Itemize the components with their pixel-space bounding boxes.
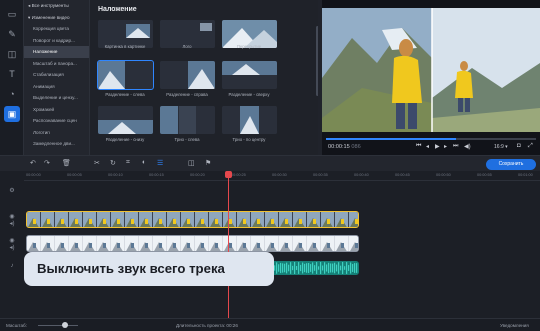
properties-icon[interactable]: ☰ <box>157 159 163 167</box>
transitions-icon[interactable]: ◫ <box>4 46 20 62</box>
audio-clip[interactable] <box>270 261 359 275</box>
step-forward-icon[interactable]: ▸ <box>444 143 447 150</box>
overlay-thumb-split-bottom[interactable] <box>98 106 153 134</box>
thumb-label: Разделение - снизу <box>105 137 145 142</box>
ruler-tick: 00:00:15 <box>149 173 164 177</box>
aspect-ratio-select[interactable]: 16:9 ▾ <box>494 144 508 150</box>
status-bar: Масштаб: Длительность проекта: 00:26 Уве… <box>0 318 540 331</box>
ruler-tick: 00:00:05 <box>67 173 82 177</box>
preview-time: 00:00:15 086 <box>328 144 361 150</box>
ruler-tick: 00:01:00 <box>518 173 533 177</box>
category-item[interactable]: Хромакей <box>24 104 89 116</box>
category-label: Изменение видео <box>31 14 70 20</box>
category-item[interactable]: Выделение и цензу... <box>24 92 89 104</box>
cut-icon[interactable]: ✂ <box>94 159 100 167</box>
overlay-track-icons[interactable]: ◉ ◂) <box>0 237 24 251</box>
category-item[interactable]: Стабилизация <box>24 69 89 81</box>
ruler-tick: 00:00:25 <box>231 173 246 177</box>
thumb-label: Разделение - сверху <box>228 92 270 97</box>
notifications-link[interactable]: Уведомления <box>500 323 529 328</box>
overlay-thumb-trio-left[interactable] <box>160 106 215 134</box>
panel-scrollbar[interactable] <box>316 26 318 96</box>
fullscreen-icon[interactable]: ⤢ <box>528 143 533 150</box>
next-frame-icon[interactable]: ⏭ <box>453 143 458 150</box>
delete-icon[interactable]: 🗑 <box>62 159 71 167</box>
category-item[interactable]: Коррекция цвета <box>24 23 89 35</box>
category-item[interactable]: Логотип <box>24 127 89 139</box>
category-item[interactable]: Замедленное дви... <box>24 138 89 150</box>
redo-icon[interactable]: ↷ <box>44 159 50 167</box>
play-icon[interactable]: ▶ <box>435 143 440 150</box>
timeline: 00:00:00 00:00:05 00:00:10 00:00:15 00:00:20… <box>0 171 540 318</box>
track-settings-icon[interactable]: ⚙ <box>0 187 24 194</box>
scale-label: Масштаб: <box>6 323 27 328</box>
color-icon[interactable]: ◐ <box>142 159 146 166</box>
camera-icon[interactable]: ◘ <box>517 143 521 149</box>
category-list: ◂ Все инструменты ▾ Изменение видео Корр… <box>24 0 90 155</box>
category-video-edit[interactable]: ▾ Изменение видео <box>24 12 89 24</box>
overlay-thumb-trio-center[interactable] <box>222 106 277 134</box>
thumb-label: Лого <box>182 44 192 49</box>
rotate-icon[interactable]: ↻ <box>110 159 116 167</box>
video-editor-window: ▭ ✎ ◫ T ◔ ▣ ◂ Все инструменты ▾ Изменени… <box>0 0 540 331</box>
audio-track-icon[interactable]: ♪ <box>0 263 24 269</box>
text-icon[interactable]: T <box>4 66 20 82</box>
video-clip-overlay[interactable] <box>26 235 359 252</box>
ruler-tick: 00:00:30 <box>272 173 287 177</box>
preview-video[interactable] <box>322 8 540 132</box>
thumb-label: Перекрытие <box>236 44 262 49</box>
overlay-panel: Наложение Картинка в картинке Лого Перек… <box>90 0 318 155</box>
preview-player: 00:00:15 086 ⏮ ◂ ▶ ▸ ⏭ ◀) 16:9 ▾ ◘ ⤢ <box>322 0 540 155</box>
undo-icon[interactable]: ↶ <box>30 159 36 167</box>
thumb-label: Трио - по центру <box>232 137 266 142</box>
category-item[interactable]: Поворот и кадрир... <box>24 35 89 47</box>
overlay-thumb-split-top[interactable] <box>222 61 277 89</box>
ruler-tick: 00:00:50 <box>436 173 451 177</box>
category-item-overlay[interactable]: Наложение <box>24 46 89 58</box>
ruler-tick: 00:00:40 <box>354 173 369 177</box>
wand-icon[interactable]: ✎ <box>4 26 20 42</box>
ruler-tick: 00:00:00 <box>26 173 41 177</box>
overlay-icon[interactable]: ▣ <box>4 106 20 122</box>
category-all-tools[interactable]: ◂ Все инструменты <box>24 0 89 12</box>
overlay-toggle-icon[interactable]: ◫ <box>188 159 195 167</box>
crop-icon[interactable]: ⌗ <box>126 159 130 167</box>
ruler-tick: 00:00:20 <box>190 173 205 177</box>
playhead[interactable] <box>228 171 229 318</box>
mute-track-tooltip: Выключить звук всего трека <box>24 252 274 286</box>
step-back-icon[interactable]: ◂ <box>426 143 429 150</box>
prev-frame-icon[interactable]: ⏮ <box>416 143 421 150</box>
time-ruler[interactable]: 00:00:00 00:00:05 00:00:10 00:00:15 00:00:20… <box>24 171 540 181</box>
video-clip-main[interactable] <box>26 211 359 228</box>
panel-title: Наложение <box>98 6 137 13</box>
overlay-thumb-split-left[interactable] <box>97 60 154 90</box>
tool-strip: ▭ ✎ ◫ T ◔ ▣ <box>0 0 24 155</box>
category-item[interactable]: Анимация <box>24 81 89 93</box>
ruler-tick: 00:00:55 <box>477 173 492 177</box>
marker-icon[interactable]: ⚑ <box>205 159 211 167</box>
category-item[interactable]: Масштаб и панора... <box>24 58 89 70</box>
stickers-icon[interactable]: ◔ <box>4 86 20 102</box>
preview-progress[interactable] <box>326 138 536 140</box>
ruler-tick: 00:00:10 <box>108 173 123 177</box>
volume-icon[interactable]: ◀) <box>464 143 471 150</box>
category-label: Все инструменты <box>31 3 69 8</box>
video-track-icons[interactable]: ◉ ◂) <box>0 213 24 227</box>
thumb-label: Разделение - справа <box>166 92 208 97</box>
zoom-slider[interactable] <box>38 325 78 326</box>
save-button[interactable]: Сохранить <box>486 159 536 170</box>
thumb-label: Картинка в картинке <box>104 44 146 49</box>
timeline-toolbar: ↶ ↷ 🗑 ✂ ↻ ⌗ ◐ ☰ ◫ ⚑ Сохранить <box>0 155 540 171</box>
ruler-tick: 00:00:35 <box>313 173 328 177</box>
thumb-label: Разделение - слева <box>105 92 145 97</box>
ruler-tick: 00:00:45 <box>395 173 410 177</box>
overlay-thumb-split-right[interactable] <box>160 61 215 89</box>
project-duration: Длительность проекта: 00:26 <box>176 323 238 328</box>
category-item[interactable]: Распознавание сцен <box>24 115 89 127</box>
import-icon[interactable]: ▭ <box>4 6 20 22</box>
zoom-slider-handle[interactable] <box>62 322 68 328</box>
thumb-label: Трио - слева <box>174 137 200 142</box>
